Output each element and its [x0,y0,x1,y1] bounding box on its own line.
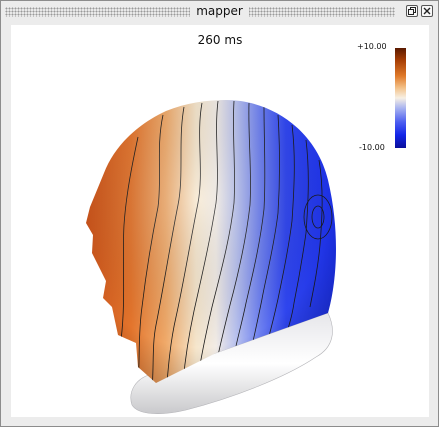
window-title: mapper [190,4,249,18]
close-button[interactable] [421,5,433,17]
title-bar[interactable]: mapper [1,1,438,23]
colorbar-min-label: -10.00 [359,143,385,152]
colorbar [395,48,406,148]
mapper-window: mapper 260 ms +10.00 -10.00 [0,0,439,427]
head-topography-map[interactable] [66,85,346,415]
colorbar-max-label: +10.00 [357,42,387,51]
restore-icon [408,7,416,15]
close-icon [423,7,431,15]
restore-button[interactable] [406,5,418,17]
render-view[interactable]: 260 ms +10.00 -10.00 [11,25,429,417]
